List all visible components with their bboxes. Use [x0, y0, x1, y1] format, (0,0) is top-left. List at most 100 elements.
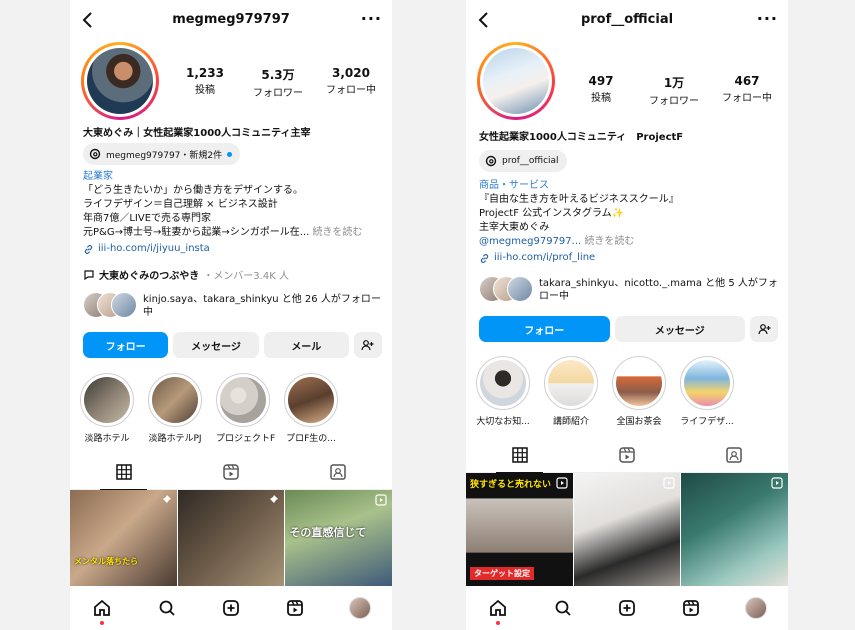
broadcast-channel[interactable]: 大東めぐみのつぶやき ・メンバー3.4K 人	[83, 267, 289, 282]
stat-following-value: 3,020	[332, 66, 370, 80]
read-more-link[interactable]: 続きを読む	[312, 227, 362, 238]
nav-profile[interactable]	[744, 596, 768, 620]
highlight-item[interactable]: 大切なお知...	[476, 356, 530, 427]
bio-line: 主宰大東めぐみ	[479, 222, 550, 233]
profile-avatar-ring[interactable]	[477, 42, 555, 120]
nav-create[interactable]	[219, 596, 243, 620]
bio-line: @megmeg979797... 続きを読む	[479, 235, 780, 249]
highlight-item[interactable]: プロF生の...	[284, 373, 338, 444]
stat-posts-value: 497	[588, 74, 614, 88]
search-icon	[159, 600, 175, 616]
bio-category[interactable]: 起業家	[83, 170, 384, 184]
highlight-label: プロジェクトF	[216, 434, 276, 444]
nav-search[interactable]	[155, 596, 179, 620]
tab-tagged[interactable]	[285, 455, 392, 489]
channel-name: 大東めぐみのつぶやき	[99, 271, 200, 282]
profile-name: 女性起業家1000人コミュニティ ProjectF	[479, 132, 684, 143]
tab-reels[interactable]	[573, 438, 680, 472]
tab-reels[interactable]	[177, 455, 284, 489]
tab-posts[interactable]	[70, 455, 177, 490]
bio-category[interactable]: 商品・サービス	[479, 179, 780, 193]
nav-reels[interactable]	[283, 596, 307, 620]
post-caption: その直感信じて	[289, 526, 367, 539]
followed-by[interactable]: kinjo.saya、takara_shinkyu と他 26 人がフォロー中	[83, 292, 384, 319]
nav-profile[interactable]	[348, 596, 372, 620]
reel-badge-icon	[375, 494, 387, 506]
profile-avatar	[87, 48, 153, 114]
message-button[interactable]: メッセージ	[614, 316, 745, 342]
search-icon	[555, 600, 571, 616]
profile-name: 大東めぐみ｜女性起業家1000人コミュニティ主宰	[83, 128, 311, 139]
highlight-item[interactable]: 淡路ホテル	[80, 373, 134, 444]
highlight-item[interactable]: 全国お茶会	[612, 356, 666, 427]
profile-avatar	[348, 597, 371, 619]
follow-button[interactable]: フォロー	[83, 332, 169, 358]
top-bar: prof__official ···	[466, 0, 788, 40]
stat-posts[interactable]: 497 投稿	[566, 74, 636, 107]
threads-badge[interactable]: megmeg979797・新規2件	[83, 143, 241, 165]
highlight-label: 淡路ホテル	[84, 434, 130, 444]
nav-search[interactable]	[551, 596, 575, 620]
profile-link-text: iii-ho.com/i/prof_line	[494, 252, 596, 263]
tagged-icon	[726, 447, 743, 463]
followed-by-text: takara_shinkyu、nicotto._.mama と他 5 人がフォロ…	[539, 278, 778, 302]
stat-following[interactable]: 467 フォロー中	[712, 74, 782, 107]
nav-reels[interactable]	[679, 596, 703, 620]
post-grid: 狭すぎると売れない ターゲット設定	[466, 473, 788, 586]
channel-members: ・メンバー3.4K 人	[203, 271, 289, 282]
follow-button[interactable]: フォロー	[479, 316, 610, 342]
more-icon[interactable]: ···	[361, 9, 382, 28]
highlight-item[interactable]: プロジェクトF	[216, 373, 276, 444]
threads-badge[interactable]: prof__official	[479, 150, 567, 172]
bio-line: ProjectF 公式インスタグラム✨	[479, 208, 625, 219]
nav-create[interactable]	[615, 596, 639, 620]
nav-home[interactable]	[90, 596, 114, 625]
post-grid: メンタル落ちたら その直感信じて	[70, 490, 392, 586]
read-more-link[interactable]: 続きを読む	[584, 236, 634, 247]
notification-dot	[496, 621, 501, 625]
more-icon[interactable]: ···	[757, 9, 778, 28]
stat-followers[interactable]: 1万 フォロワー	[639, 74, 709, 107]
followed-by[interactable]: takara_shinkyu、nicotto._.mama と他 5 人がフォロ…	[479, 276, 780, 303]
post-thumbnail[interactable]: 狭すぎると売れない ターゲット設定	[466, 473, 573, 586]
stat-followers[interactable]: 5.3万 フォロワー	[243, 66, 313, 99]
profile-link[interactable]: iii-ho.com/i/jiyuu_insta	[83, 242, 384, 256]
profile-link[interactable]: iii-ho.com/i/prof_line	[479, 251, 780, 265]
nav-home[interactable]	[486, 596, 510, 625]
channel-icon	[84, 269, 94, 280]
highlight-item[interactable]: ライフデザ...	[680, 356, 734, 427]
profile-avatar	[744, 597, 767, 619]
bio-line: 年商7億／LIVEで売る専門家	[83, 213, 212, 224]
bottom-navigation	[466, 586, 788, 630]
stat-followers-value: 1万	[663, 76, 685, 90]
post-thumbnail[interactable]	[573, 473, 681, 586]
highlight-label: 大切なお知...	[476, 417, 530, 427]
post-thumbnail[interactable]	[177, 490, 285, 586]
add-person-button[interactable]	[353, 332, 382, 358]
post-thumbnail[interactable]: その直感信じて	[285, 490, 392, 586]
stat-following[interactable]: 3,020 フォロー中	[316, 66, 386, 99]
create-icon	[619, 600, 635, 616]
email-button[interactable]: メール	[263, 332, 349, 358]
profile-avatar-ring[interactable]	[81, 42, 159, 120]
pin-icon	[269, 495, 279, 504]
bio-mention-link[interactable]: @megmeg979797...	[479, 236, 581, 247]
highlight-item[interactable]: 講師紹介	[544, 356, 598, 427]
stat-posts[interactable]: 1,233 投稿	[170, 66, 240, 99]
message-button[interactable]: メッセージ	[173, 332, 259, 358]
tab-tagged[interactable]	[681, 438, 788, 472]
reel-badge-icon	[663, 477, 675, 489]
threads-icon	[89, 148, 101, 160]
profile-username: prof__official	[580, 12, 674, 27]
highlight-item[interactable]: 淡路ホテルPJ	[148, 373, 202, 444]
post-thumbnail[interactable]	[681, 473, 788, 586]
highlight-label: プロF生の...	[286, 434, 336, 444]
profile-tabs	[466, 438, 788, 473]
tab-posts[interactable]	[466, 438, 573, 473]
post-thumbnail[interactable]: メンタル落ちたら	[70, 490, 177, 586]
story-highlights: 淡路ホテル 淡路ホテルPJ プロジェクトF プロF生の...	[80, 373, 338, 444]
bio-truncated-line: 元P&G→博士号→駐妻から起業→シンガポール在...	[83, 227, 310, 238]
action-buttons: フォロー メッセージ メール	[83, 332, 382, 358]
bottom-navigation	[70, 586, 392, 630]
add-person-button[interactable]	[750, 316, 778, 342]
